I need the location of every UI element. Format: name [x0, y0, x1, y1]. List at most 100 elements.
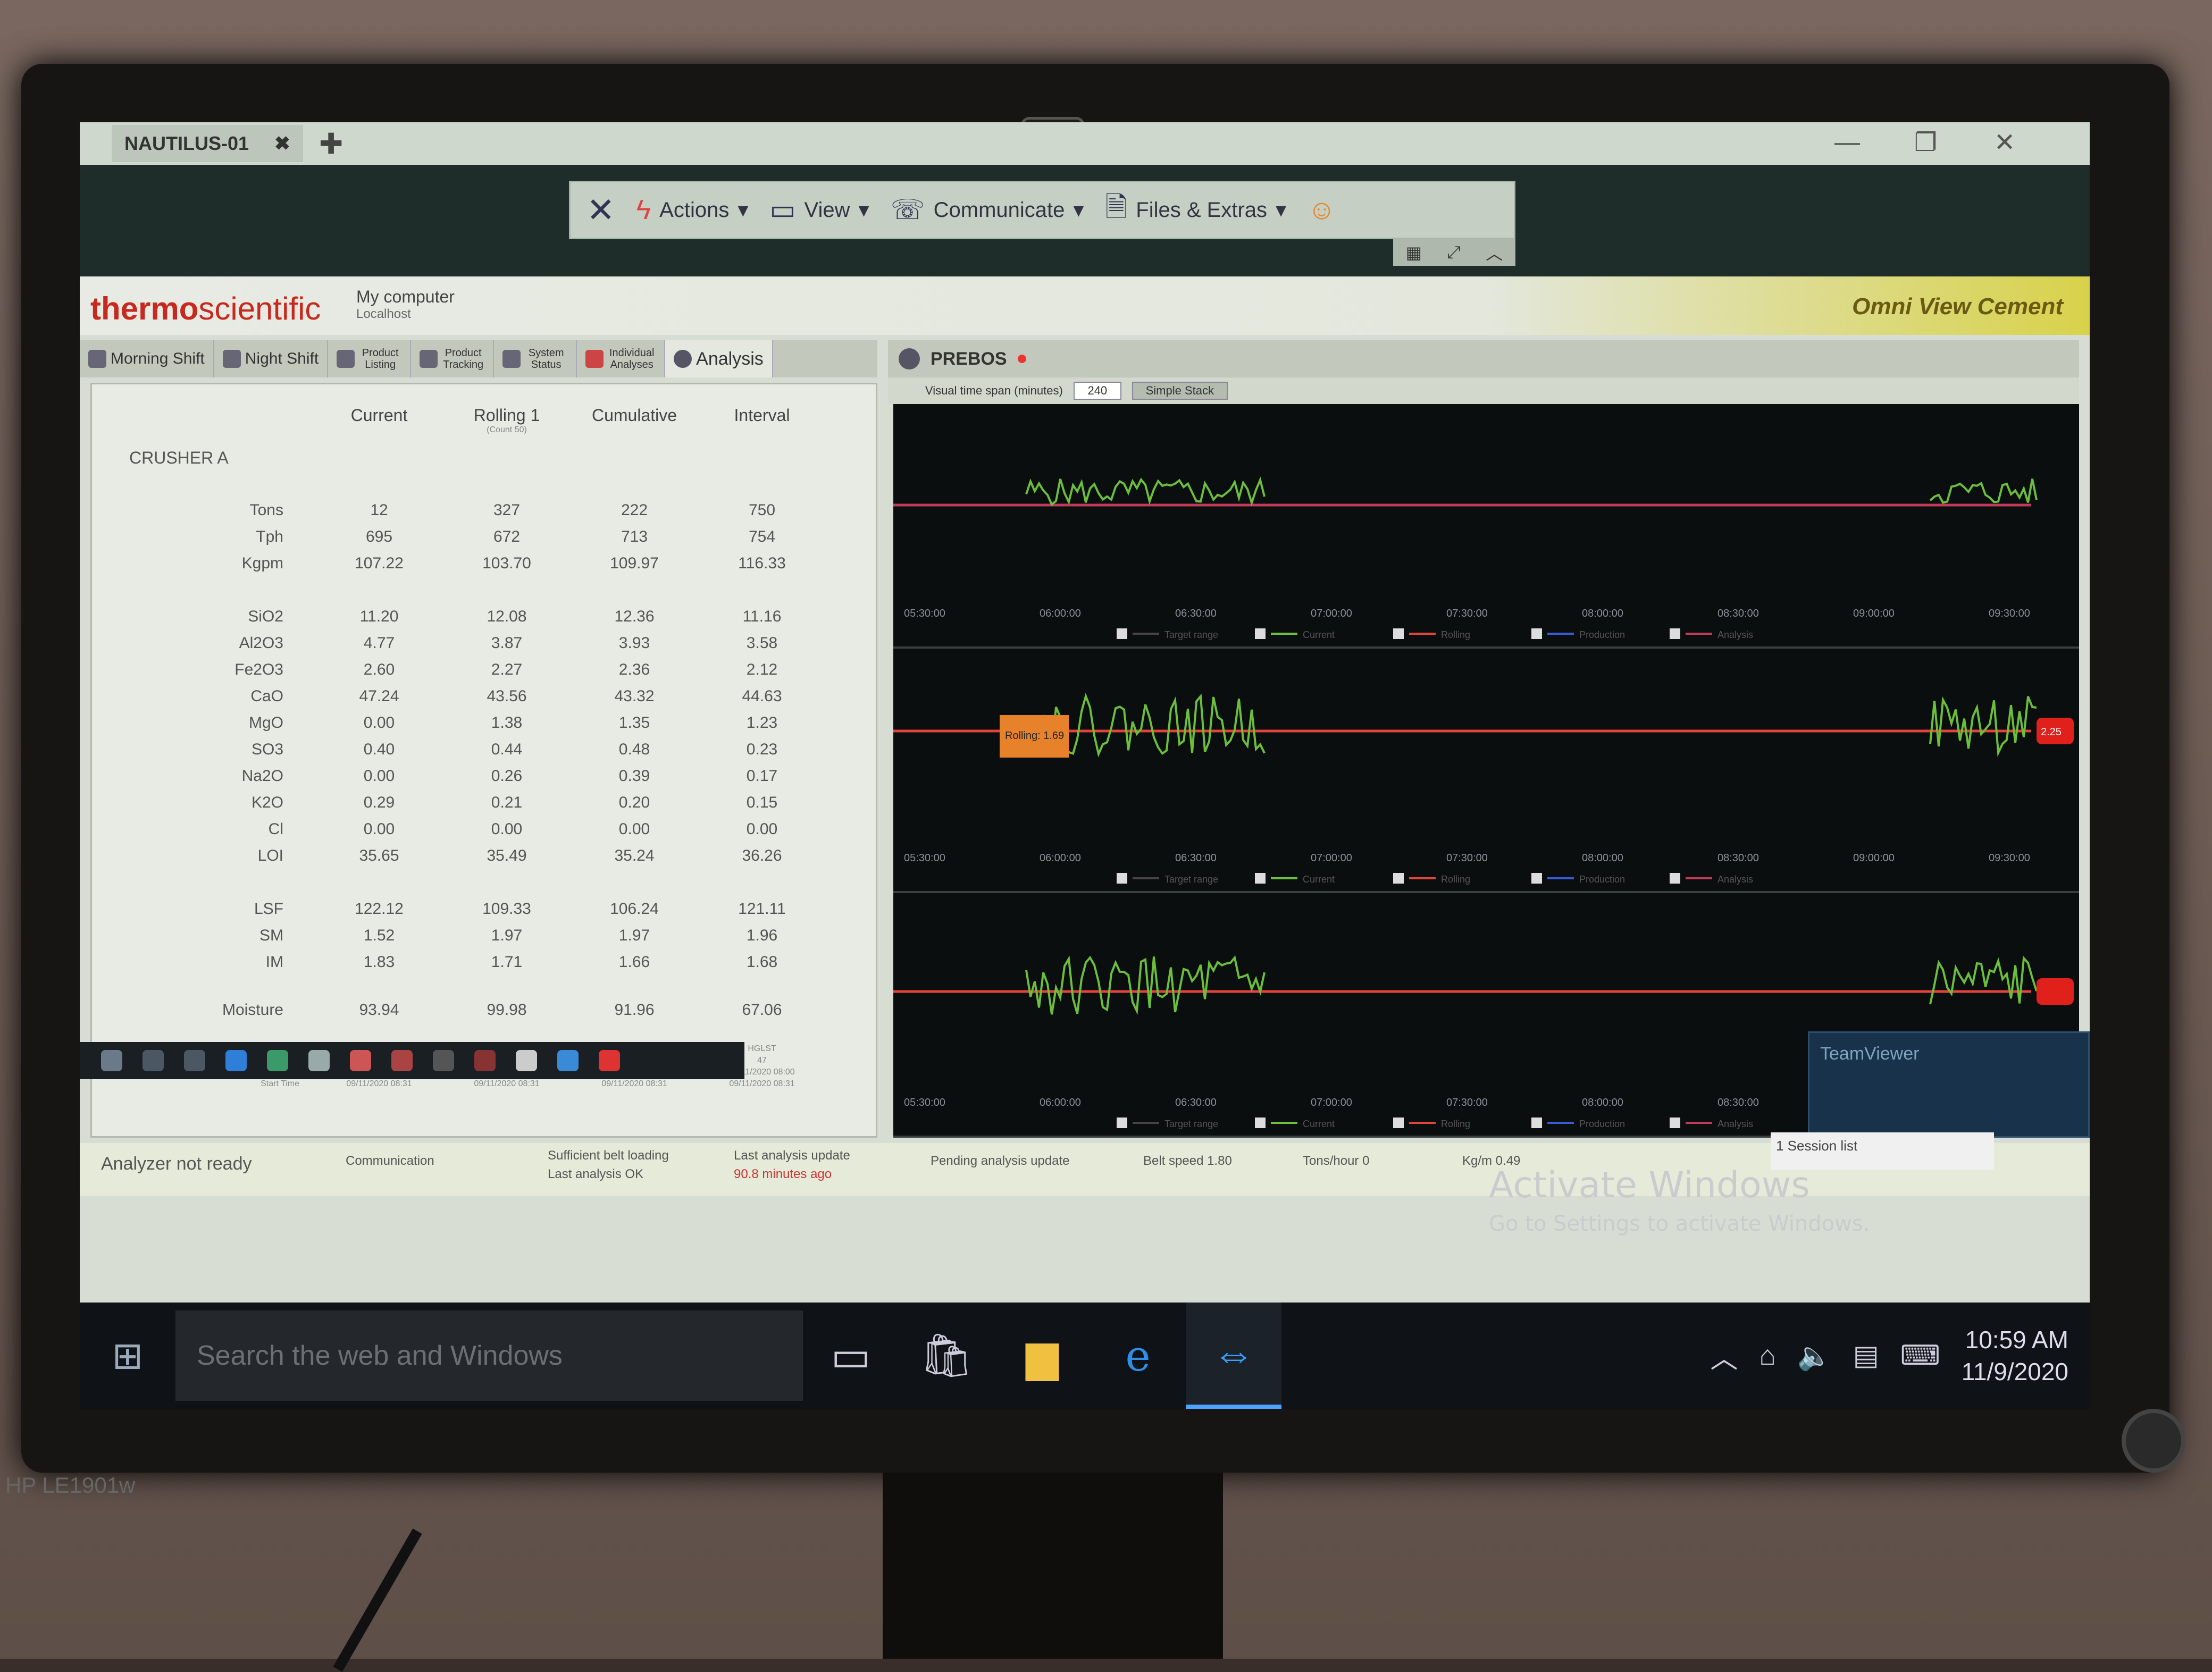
simple-stack-button[interactable]: Simple Stack	[1132, 382, 1228, 400]
time-tick: 06:30:00	[1175, 852, 1217, 864]
remote-app-icon[interactable]	[557, 1050, 579, 1071]
remote-edge-icon[interactable]	[225, 1050, 247, 1071]
table-row: SM 1.52 1.97 1.97 1.96	[92, 927, 879, 953]
new-tab-icon[interactable]: ✚	[319, 127, 343, 161]
fullscreen-icon[interactable]: ⤢	[1447, 242, 1461, 263]
search-input[interactable]: Search the web and Windows	[175, 1310, 803, 1401]
nav-system-status[interactable]: System Status	[494, 340, 577, 377]
remote-app-icon[interactable]	[391, 1050, 413, 1071]
row-label: MgO	[248, 714, 283, 732]
store-icon[interactable]: 🛍	[899, 1303, 994, 1409]
legend-checkbox	[1670, 628, 1680, 639]
task-view-icon[interactable]: ▭	[803, 1303, 899, 1409]
alert-dot	[1017, 355, 1026, 363]
monitor-icon: ▭	[769, 195, 796, 225]
restore-icon[interactable]: ❐	[1914, 128, 1937, 157]
time-tick: 06:00:00	[1040, 852, 1081, 864]
activate-windows-watermark: Activate Windows Go to Settings to activ…	[1489, 1164, 1870, 1236]
legend-checkbox	[1531, 873, 1542, 884]
status-icon	[502, 350, 521, 368]
teamviewer-icon[interactable]: ⇔	[1186, 1303, 1281, 1409]
system-tray: ︿ ⌂ 🔈 ▤ ⌨ 10:59 AM 11/9/2020	[1710, 1303, 2068, 1409]
last-update-ago: 90.8 minutes ago	[734, 1167, 832, 1181]
remote-app-icon[interactable]	[267, 1050, 288, 1071]
row-label: LSF	[254, 900, 283, 918]
computer-name: My computer	[356, 287, 455, 306]
row-value: 93.94	[359, 1001, 399, 1019]
remote-view-icon[interactable]	[184, 1050, 205, 1071]
row-value: 12.36	[614, 608, 655, 625]
time-tick: 05:30:00	[904, 852, 945, 864]
legend-checkbox	[1393, 1118, 1404, 1128]
row-value: 1.97	[491, 927, 523, 944]
teamviewer-popup[interactable]: TeamViewer	[1808, 1031, 2090, 1138]
clock[interactable]: 10:59 AM 11/9/2020	[1962, 1324, 2068, 1388]
nav-individual-analyses[interactable]: Individual Analyses	[577, 340, 666, 377]
time-tick: 05:30:00	[904, 608, 945, 619]
remote-app-icon[interactable]	[516, 1050, 537, 1071]
current-series	[1026, 692, 2037, 758]
col-current: Current	[350, 406, 408, 425]
view-menu[interactable]: ▭ View ▾	[769, 194, 869, 226]
windows-start-icon[interactable]: ⊞	[80, 1303, 175, 1409]
toolbar-sub-controls: ▦ ⤢ ︿	[1393, 239, 1515, 266]
edge-icon[interactable]: e	[1090, 1303, 1186, 1409]
minimize-icon[interactable]: —	[1834, 128, 1860, 157]
files-menu[interactable]: 🗎 Files & Extras ▾	[1105, 187, 1286, 234]
remote-app-icon[interactable]	[599, 1050, 620, 1071]
time-span-input[interactable]: 240	[1073, 382, 1121, 400]
analysis-table-panel: Current Rolling 1 (Count 50) Cumulative I…	[90, 383, 877, 1138]
time-tick: 06:30:00	[1175, 608, 1217, 619]
keyboard-icon[interactable]: ⌨	[1900, 1340, 1940, 1372]
list-icon	[337, 350, 355, 368]
last-ok-status: Last analysis OK	[548, 1167, 644, 1181]
remote-app-icon[interactable]	[308, 1050, 330, 1071]
notification-icon[interactable]: ▤	[1853, 1340, 1879, 1372]
close-session-icon[interactable]: ✕	[586, 190, 615, 230]
row-value: 750	[748, 501, 776, 519]
brand-light: scientific	[198, 291, 321, 326]
chevron-up-icon[interactable]: ︿	[1710, 1336, 1738, 1376]
close-tab-icon[interactable]: ✖	[274, 132, 290, 155]
row-value: 1.96	[746, 927, 778, 944]
remote-search-icon[interactable]	[143, 1050, 164, 1071]
tab-nautilus[interactable]: NAUTILUS-01 ✖	[112, 125, 303, 162]
current-series	[1025, 955, 2038, 1015]
tab-label: NAUTILUS-01	[124, 132, 249, 154]
trend-plot-1[interactable]: 05:30:00 06:00:00 06:30:00 07:00:00 07:30:00…	[893, 404, 2079, 649]
nav-product-tracking[interactable]: Product Tracking	[411, 340, 495, 377]
row-value: 0.00	[746, 820, 778, 838]
grid-icon[interactable]: ▦	[1406, 242, 1422, 263]
current-series	[1025, 476, 2038, 507]
nav-morning-shift[interactable]: Morning Shift	[80, 340, 214, 377]
communicate-label: Communicate	[933, 198, 1065, 222]
nav-analysis[interactable]: Analysis	[665, 340, 773, 377]
remote-app-icon[interactable]	[433, 1050, 454, 1071]
row-value: 2.36	[618, 661, 650, 678]
remote-app-icon[interactable]	[474, 1050, 496, 1071]
network-icon[interactable]: ⌂	[1759, 1340, 1775, 1372]
legend-label: Analysis	[1717, 874, 1753, 885]
table-row: SO3 0.40 0.44 0.48 0.23	[92, 741, 879, 767]
legend-checkbox	[1531, 628, 1542, 639]
table-row: SiO2 11.20 12.08 12.36 11.16	[92, 608, 879, 634]
trend-plot-2[interactable]: 05:30:00 06:00:00 06:30:00 07:00:00 07:30:00…	[893, 649, 2079, 893]
remote-app-icon[interactable]	[350, 1050, 371, 1071]
time-tick: 07:00:00	[1311, 1097, 1352, 1108]
lightning-icon: ϟ	[636, 195, 651, 225]
speaker-mute-icon[interactable]: 🔈	[1797, 1340, 1832, 1372]
collapse-icon[interactable]: ︿	[1486, 240, 1503, 265]
rolling-tooltip-text: Rolling: 1.69	[1005, 730, 1064, 742]
file-explorer-icon[interactable]: ▆	[994, 1303, 1090, 1409]
row-value: 0.26	[491, 767, 523, 785]
smiley-icon[interactable]: ☺	[1308, 194, 1336, 226]
remote-start-icon[interactable]	[101, 1050, 122, 1071]
nav-product-listing[interactable]: Product Listing	[328, 340, 412, 377]
table-row: MgO 0.00 1.38 1.35 1.23	[92, 714, 879, 741]
window-close-icon[interactable]: ✕	[1994, 128, 2015, 157]
power-button[interactable]	[2122, 1409, 2185, 1473]
nav-night-shift[interactable]: Night Shift	[214, 340, 329, 377]
actions-menu[interactable]: ϟ Actions ▾	[636, 194, 749, 226]
analyzer-status: Analyzer not ready	[101, 1154, 252, 1174]
communicate-menu[interactable]: ☏ Communicate ▾	[891, 194, 1084, 226]
